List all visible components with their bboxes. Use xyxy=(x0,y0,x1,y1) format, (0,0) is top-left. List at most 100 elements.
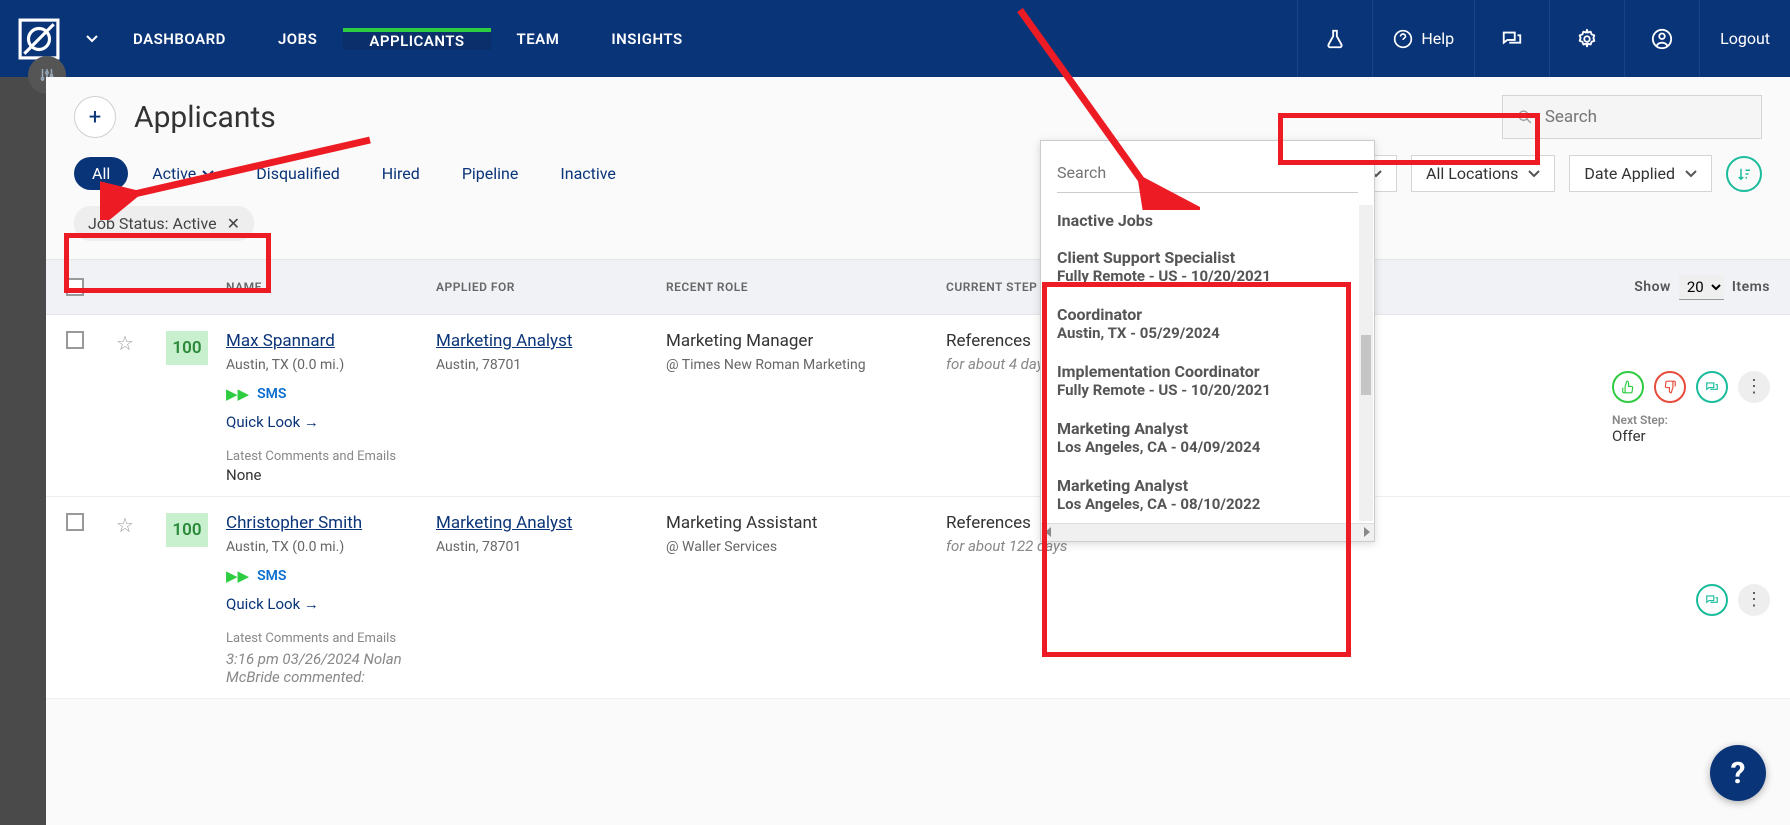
table-row: ☆ 100 Max Spannard Austin, TX (0.0 mi.) … xyxy=(46,315,1790,497)
row-menu-button[interactable]: ⋮ xyxy=(1738,371,1770,403)
thumbs-down-button[interactable] xyxy=(1654,371,1686,403)
job-location-date: Los Angeles, CA - 08/10/2022 xyxy=(1057,495,1358,513)
show-label: Show xyxy=(1634,279,1671,295)
chevron-down-icon xyxy=(1528,170,1540,178)
profile-icon[interactable] xyxy=(1624,0,1699,77)
dropdown-job-item[interactable]: Client Support SpecialistFully Remote - … xyxy=(1057,238,1358,295)
recent-role-company: @ Waller Services xyxy=(666,539,946,555)
help-bubble[interactable]: ? xyxy=(1710,745,1766,801)
dropdown-job-item[interactable]: CoordinatorAustin, TX - 05/29/2024 xyxy=(1057,295,1358,352)
help-link[interactable]: Help xyxy=(1372,0,1474,77)
add-applicant-button[interactable]: + xyxy=(74,96,116,138)
job-title: Marketing Analyst xyxy=(1057,476,1358,495)
recent-role: Marketing Assistant xyxy=(666,513,946,533)
dropdown-job-item[interactable]: Marketing AnalystLos Angeles, CA - 04/09… xyxy=(1057,409,1358,466)
nav-team[interactable]: TEAM xyxy=(491,30,586,48)
search-icon xyxy=(1517,108,1533,126)
search-box[interactable] xyxy=(1502,95,1762,139)
table-row: ☆ 100 Christopher Smith Austin, TX (0.0 … xyxy=(46,497,1790,699)
row-checkbox[interactable] xyxy=(66,513,84,531)
recent-role: Marketing Manager xyxy=(666,331,946,351)
applied-for-link[interactable]: Marketing Analyst xyxy=(436,513,572,533)
filter-hired[interactable]: Hired xyxy=(364,157,438,190)
left-rail xyxy=(0,77,46,825)
latest-comments-text: None xyxy=(226,466,436,484)
nav-dashboard[interactable]: DASHBOARD xyxy=(107,30,252,48)
applicant-location: Austin, TX (0.0 mi.) xyxy=(226,539,436,555)
org-dropdown[interactable] xyxy=(77,35,107,43)
dropdown-scrollbar-horizontal[interactable] xyxy=(1041,523,1374,541)
col-name: NAME xyxy=(226,280,436,294)
applied-location: Austin, 78701 xyxy=(436,357,666,373)
job-location-date: Fully Remote - US - 10/20/2021 xyxy=(1057,381,1358,399)
star-icon[interactable]: ☆ xyxy=(116,331,134,355)
sms-link[interactable]: SMS xyxy=(257,386,286,402)
nav-insights[interactable]: INSIGHTS xyxy=(585,30,708,48)
filter-inactive[interactable]: Inactive xyxy=(542,157,634,190)
dropdown-job-item[interactable]: Implementation CoordinatorFully Remote -… xyxy=(1057,352,1358,409)
filter-active[interactable]: Active xyxy=(134,157,232,190)
items-label: Items xyxy=(1732,279,1770,295)
sms-icon: ▶▶ xyxy=(226,567,249,585)
next-step-value: Offer xyxy=(1612,427,1770,445)
latest-comments-label: Latest Comments and Emails xyxy=(226,449,436,464)
applicant-name-link[interactable]: Christopher Smith xyxy=(226,513,362,533)
applicant-name-link[interactable]: Max Spannard xyxy=(226,331,335,351)
logo[interactable] xyxy=(0,18,77,60)
message-button[interactable] xyxy=(1696,584,1728,616)
filter-chip-job-status[interactable]: Job Status: Active ✕ xyxy=(74,206,254,241)
chip-remove-icon[interactable]: ✕ xyxy=(227,214,240,233)
job-title: Client Support Specialist xyxy=(1057,248,1358,267)
col-applied-for: APPLIED FOR xyxy=(436,280,666,294)
page-title: Applicants xyxy=(134,100,276,135)
message-button[interactable] xyxy=(1696,371,1728,403)
filter-pipeline[interactable]: Pipeline xyxy=(444,157,537,190)
job-title: Coordinator xyxy=(1057,305,1358,324)
applicant-location: Austin, TX (0.0 mi.) xyxy=(226,357,436,373)
col-recent-role: RECENT ROLE xyxy=(666,280,946,294)
dropdown-heading: Inactive Jobs xyxy=(1057,197,1358,238)
sms-link[interactable]: SMS xyxy=(257,568,286,584)
dropdown-job-item[interactable]: Marketing AnalystLos Angeles, CA - 08/10… xyxy=(1057,466,1358,523)
flask-icon[interactable] xyxy=(1297,0,1372,77)
table-header: NAME APPLIED FOR RECENT ROLE CURRENT STE… xyxy=(46,259,1790,315)
jobs-dropdown-search[interactable] xyxy=(1057,153,1358,193)
applied-for-link[interactable]: Marketing Analyst xyxy=(436,331,572,351)
nav-jobs[interactable]: JOBS xyxy=(252,30,343,48)
filter-all[interactable]: All xyxy=(74,157,128,190)
page-size-select[interactable]: 20 xyxy=(1679,275,1724,300)
top-nav: DASHBOARD JOBS APPLICANTS TEAM INSIGHTS … xyxy=(0,0,1790,77)
job-title: Implementation Coordinator xyxy=(1057,362,1358,381)
chat-icon[interactable] xyxy=(1474,0,1549,77)
search-input[interactable] xyxy=(1545,107,1747,127)
quick-look-link[interactable]: Quick Look → xyxy=(226,413,436,431)
chevron-down-icon xyxy=(1685,170,1697,178)
quick-look-link[interactable]: Quick Look → xyxy=(226,595,436,613)
logout-link[interactable]: Logout xyxy=(1699,0,1790,77)
star-icon[interactable]: ☆ xyxy=(116,513,134,537)
help-label: Help xyxy=(1421,29,1454,48)
job-title: Marketing Analyst xyxy=(1057,419,1358,438)
nav-applicants[interactable]: APPLICANTS xyxy=(343,28,490,50)
all-locations-dropdown[interactable]: All Locations xyxy=(1411,155,1555,192)
select-all-checkbox[interactable] xyxy=(66,278,84,296)
sort-button[interactable] xyxy=(1726,156,1762,192)
match-score: 100 xyxy=(166,513,208,547)
row-menu-button[interactable]: ⋮ xyxy=(1738,584,1770,616)
jobs-dropdown-panel: Inactive Jobs Client Support SpecialistF… xyxy=(1040,140,1375,542)
filter-disqualified[interactable]: Disqualified xyxy=(238,157,357,190)
recent-role-company: @ Times New Roman Marketing xyxy=(666,357,946,373)
job-location-date: Fully Remote - US - 10/20/2021 xyxy=(1057,267,1358,285)
main-content: + Applicants All Active Disqualified Hir… xyxy=(46,77,1790,825)
row-checkbox[interactable] xyxy=(66,331,84,349)
thumbs-up-button[interactable] xyxy=(1612,371,1644,403)
next-step-label: Next Step: xyxy=(1612,413,1770,427)
gear-icon[interactable] xyxy=(1549,0,1624,77)
dropdown-scrollbar-vertical[interactable] xyxy=(1359,205,1373,521)
latest-comments-text: 3:16 pm 03/26/2024 Nolan McBride comment… xyxy=(226,650,436,686)
sms-icon: ▶▶ xyxy=(226,385,249,403)
chevron-down-icon xyxy=(202,170,214,178)
date-applied-dropdown[interactable]: Date Applied xyxy=(1569,155,1712,192)
job-location-date: Austin, TX - 05/29/2024 xyxy=(1057,324,1358,342)
latest-comments-label: Latest Comments and Emails xyxy=(226,631,436,646)
